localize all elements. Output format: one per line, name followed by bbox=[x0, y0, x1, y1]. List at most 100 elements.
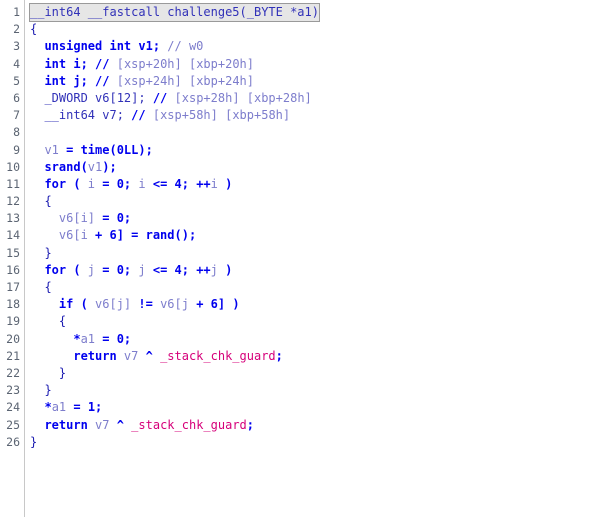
code-token: j bbox=[87, 262, 96, 277]
code-line[interactable]: 16 for ( j = 0; j <= 4; ++j ) bbox=[0, 262, 608, 279]
code-line[interactable]: 6 _DWORD v6[12]; // [xsp+28h] [xbp+28h] bbox=[0, 90, 608, 107]
code-line[interactable]: 3 unsigned int v1; // w0 bbox=[0, 38, 608, 55]
code-token: i bbox=[210, 176, 218, 191]
line-number: 7 bbox=[13, 108, 20, 123]
code-token: v1 bbox=[44, 142, 59, 157]
code-token: int j; bbox=[30, 73, 96, 88]
code-token: [xsp+28h] [xbp+28h] bbox=[174, 90, 312, 105]
code-line[interactable]: 9 v1 = time(0LL); bbox=[0, 142, 608, 159]
line-number: 23 bbox=[6, 383, 20, 398]
code-line[interactable]: 4 int i; // [xsp+20h] [xbp+20h] bbox=[0, 56, 608, 73]
code-token: } bbox=[30, 383, 52, 398]
code-line[interactable]: 1 __int64 __fastcall challenge5(_BYTE *a1… bbox=[0, 2, 608, 23]
code-line[interactable]: 22 } bbox=[0, 365, 608, 382]
code-token: int i; bbox=[30, 56, 96, 71]
line-code-text: for ( i = 0; i <= 4; ++i ) bbox=[30, 176, 232, 193]
code-line[interactable]: 18 if ( v6[j] != v6[j + 6] ) bbox=[0, 296, 608, 313]
code-line[interactable]: 15 } bbox=[0, 245, 608, 262]
code-token: v6[j bbox=[160, 297, 189, 312]
code-token: i bbox=[87, 176, 96, 191]
code-line[interactable]: 24 *a1 = 1; bbox=[0, 399, 608, 416]
line-code-text: unsigned int v1; // w0 bbox=[30, 38, 203, 55]
line-number: 16 bbox=[6, 262, 20, 277]
code-line[interactable]: 2{ bbox=[0, 21, 608, 38]
line-code-text: __int64 __fastcall challenge5(_BYTE *a1) bbox=[29, 2, 320, 23]
code-token: return bbox=[30, 417, 96, 432]
code-line[interactable]: 13 v6[i] = 0; bbox=[0, 210, 608, 227]
code-token: v6[i bbox=[58, 228, 88, 243]
line-number: 4 bbox=[13, 56, 20, 71]
code-line[interactable]: 12 { bbox=[0, 193, 608, 210]
code-line[interactable]: 21 return v7 ^ _stack_chk_guard; bbox=[0, 348, 608, 365]
line-code-text: { bbox=[30, 279, 51, 296]
pseudocode-view[interactable]: 1 __int64 __fastcall challenge5(_BYTE *a1… bbox=[0, 0, 608, 517]
code-line[interactable]: 5 int j; // [xsp+24h] [xbp+24h] bbox=[0, 73, 608, 90]
line-number: 21 bbox=[6, 348, 20, 363]
line-code-text: } bbox=[30, 245, 52, 262]
line-code-text: int j; // [xsp+24h] [xbp+24h] bbox=[30, 73, 254, 90]
code-token: [xsp+58h] [xbp+58h] bbox=[152, 108, 291, 123]
code-token: { bbox=[30, 314, 67, 329]
line-number: 18 bbox=[6, 297, 20, 312]
line-number: 22 bbox=[6, 365, 20, 380]
line-number: 19 bbox=[6, 314, 20, 329]
line-number: 24 bbox=[6, 400, 20, 415]
line-code-text: v6[i] = 0; bbox=[30, 210, 131, 227]
code-line[interactable]: 14 v6[i + 6] = rand(); bbox=[0, 227, 608, 244]
line-number: 5 bbox=[13, 73, 20, 88]
code-line[interactable]: 11 for ( i = 0; i <= 4; ++i ) bbox=[0, 176, 608, 193]
line-number: 6 bbox=[13, 90, 20, 105]
code-lines[interactable]: 1 __int64 __fastcall challenge5(_BYTE *a1… bbox=[0, 2, 608, 451]
code-token: * bbox=[30, 400, 52, 415]
code-token: // bbox=[152, 90, 175, 105]
line-number: 2 bbox=[13, 22, 20, 37]
line-code-text: { bbox=[30, 21, 37, 38]
code-token: _DWORD v6[12]; bbox=[30, 90, 153, 105]
code-token: = time(0LL); bbox=[58, 142, 153, 157]
line-number: 1 bbox=[13, 5, 20, 19]
code-line[interactable]: 17 { bbox=[0, 279, 608, 296]
line-code-text: __int64 v7; // [xsp+58h] [xbp+58h] bbox=[30, 107, 290, 124]
code-token: v6[i] bbox=[58, 211, 96, 226]
line-number: 25 bbox=[6, 417, 20, 432]
code-line[interactable]: 25 return v7 ^ _stack_chk_guard; bbox=[0, 417, 608, 434]
line-number: 17 bbox=[6, 280, 20, 294]
code-token: <= 4; ++ bbox=[145, 176, 211, 191]
code-token: __int64 v7; bbox=[30, 108, 132, 123]
code-line[interactable]: 7 __int64 v7; // [xsp+58h] [xbp+58h] bbox=[0, 107, 608, 124]
line-code-text: return v7 ^ _stack_chk_guard; bbox=[30, 348, 283, 365]
line-code-text: return v7 ^ _stack_chk_guard; bbox=[30, 417, 254, 434]
line-code-text: { bbox=[30, 193, 51, 210]
code-token: [xsp+24h] [xbp+24h] bbox=[116, 73, 254, 88]
code-token: v7 bbox=[123, 348, 139, 363]
code-token: { bbox=[30, 22, 38, 37]
code-token: // w0 bbox=[167, 39, 204, 54]
code-line[interactable]: 10 srand(v1); bbox=[0, 159, 608, 176]
line-number: 13 bbox=[6, 211, 20, 226]
code-token: = 0; bbox=[95, 211, 132, 226]
code-line[interactable]: 8 bbox=[0, 124, 608, 141]
line-code-text: } bbox=[30, 434, 37, 451]
code-line[interactable]: 19 { bbox=[0, 313, 608, 330]
code-token: } bbox=[30, 245, 52, 260]
code-token: // bbox=[131, 108, 153, 123]
code-line[interactable]: 23 } bbox=[0, 382, 608, 399]
code-token: srand( bbox=[30, 159, 88, 174]
code-token: // bbox=[95, 56, 117, 71]
line-code-text: { bbox=[30, 313, 66, 330]
code-token: <= 4; ++ bbox=[145, 262, 211, 277]
line-code-text: v6[i + 6] = rand(); bbox=[30, 227, 196, 244]
code-line[interactable]: 26} bbox=[0, 434, 608, 451]
code-token: v1 bbox=[87, 159, 103, 174]
code-token: i bbox=[138, 176, 146, 191]
code-token: return bbox=[30, 348, 124, 363]
code-line[interactable]: 20 *a1 = 0; bbox=[0, 331, 608, 348]
line-code-text: if ( v6[j] != v6[j + 6] ) bbox=[30, 296, 240, 313]
code-token: v6[j] bbox=[95, 297, 132, 312]
code-token: // bbox=[95, 73, 117, 88]
code-token: a1 bbox=[51, 400, 67, 415]
code-token: v7 bbox=[95, 417, 110, 432]
